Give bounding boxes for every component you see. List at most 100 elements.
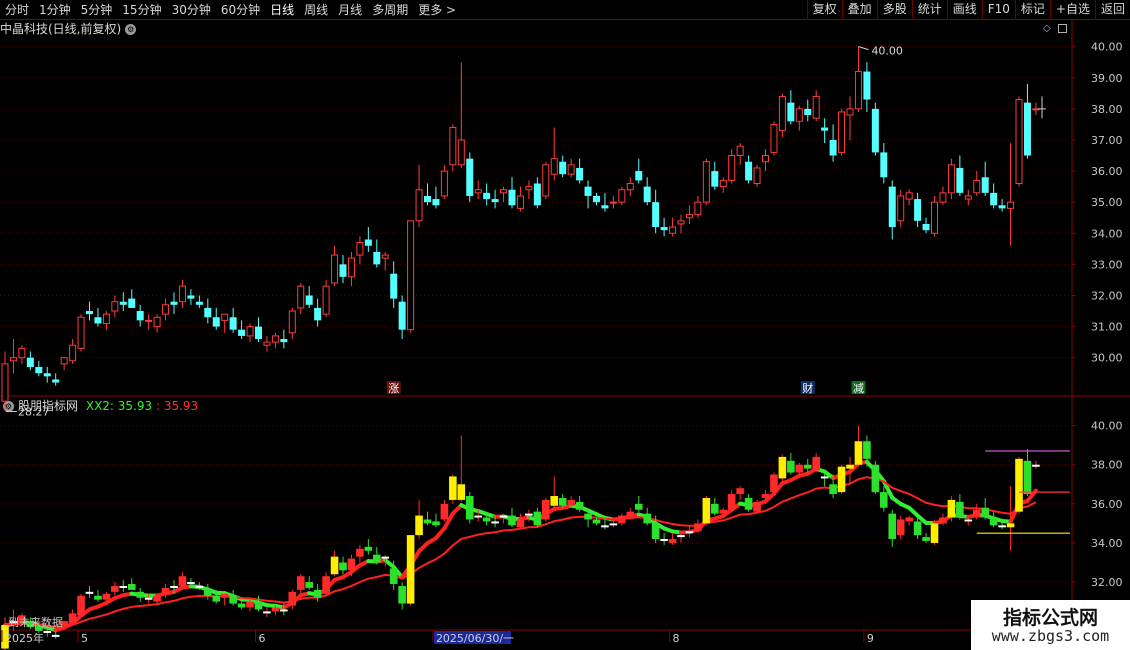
indicator-bar — [880, 492, 888, 508]
candle-body — [821, 127, 829, 131]
indicator-bar — [406, 535, 415, 604]
indicator-bar — [542, 499, 550, 520]
indicator-bar — [356, 548, 364, 557]
candle-body — [838, 111, 846, 153]
event-tag: 财 — [802, 381, 813, 395]
event-tag: 减 — [853, 382, 864, 395]
indicator-bar — [795, 464, 804, 473]
candle-body — [415, 189, 423, 222]
indicator-bar — [989, 517, 998, 526]
candle-body — [102, 313, 110, 324]
indicator-bar — [719, 509, 728, 514]
indicator-bar — [668, 539, 677, 543]
candle-body — [457, 139, 465, 166]
candle-body — [1015, 99, 1023, 185]
indicator-bar — [195, 585, 204, 588]
indicator-bar — [643, 513, 651, 524]
candle-body — [770, 123, 778, 153]
candle-body — [69, 344, 77, 362]
indicator-bar — [575, 501, 584, 510]
price-tick-label: 32.00 — [1091, 289, 1123, 302]
candle-body — [322, 285, 330, 315]
indicator-bar — [339, 562, 347, 571]
indicator-bar — [820, 476, 829, 479]
candle-body — [736, 145, 744, 157]
indicator-bar — [491, 521, 499, 524]
candle-body — [728, 155, 736, 181]
indicator-bar — [863, 441, 871, 459]
candle-body — [973, 179, 981, 194]
candle-body — [533, 183, 541, 206]
candle-body — [119, 301, 127, 305]
indicator-bar — [68, 613, 77, 624]
candle-body — [204, 307, 212, 318]
candle-body — [804, 108, 812, 116]
indicator-bar — [220, 593, 229, 598]
indicator-bar — [702, 497, 711, 524]
candle-body — [288, 310, 296, 334]
candle-body — [187, 295, 195, 299]
indicator-bar — [634, 503, 643, 510]
candle-body — [854, 71, 862, 110]
indicator-bar — [660, 539, 668, 542]
indicator-bar — [77, 595, 85, 616]
candle-body — [601, 205, 609, 209]
indicator-bar — [685, 531, 694, 534]
indicator-bar — [254, 601, 263, 610]
candle-body — [778, 95, 786, 132]
indicator-bar — [609, 523, 618, 526]
candle-body — [922, 223, 930, 231]
candle-body — [314, 307, 322, 321]
price-tick-label: 34.00 — [1091, 227, 1123, 240]
candle-body — [305, 295, 313, 305]
indicator-bar — [753, 501, 761, 512]
candle-body — [516, 195, 524, 209]
candle-body — [567, 164, 575, 175]
indicator-bar — [896, 519, 905, 536]
candle-body — [43, 373, 51, 377]
indicator-bar — [364, 546, 373, 551]
candle-body — [871, 108, 879, 153]
candle-body — [483, 192, 491, 200]
indicator-bar — [744, 497, 753, 510]
indicator-bar — [829, 484, 837, 495]
candle-body — [52, 379, 60, 383]
indicator-bar — [204, 589, 212, 596]
indicator-bar — [474, 515, 482, 518]
indicator-bar — [271, 607, 280, 612]
indicator-bar — [778, 456, 787, 479]
indicator-bar — [119, 585, 128, 588]
candle-body — [424, 195, 431, 203]
candle-body — [956, 167, 964, 193]
indicator-bar — [922, 537, 930, 541]
price-tick-label: 30.00 — [1091, 352, 1123, 365]
indicator-bar — [43, 630, 52, 633]
indicator-bar — [837, 466, 846, 493]
candle-body — [111, 301, 119, 312]
candle-body — [246, 326, 254, 337]
price-tick-label: 31.00 — [1091, 321, 1123, 334]
candle-body — [500, 189, 508, 194]
watermark-title: 指标公式网 — [1002, 607, 1098, 629]
candle-body — [880, 152, 888, 178]
candle-body — [846, 108, 854, 116]
indicator-bars — [1, 425, 1040, 650]
candle-body — [677, 220, 685, 225]
chart-canvas[interactable]: 40.00 39.00 38.00 37.00 36.00 35.00 34.00 33.00… — [0, 0, 1130, 650]
candle-body — [26, 357, 34, 368]
indicator-tick-label: 34.00 — [1091, 537, 1123, 550]
candle-body — [432, 199, 440, 206]
candle-body — [508, 189, 516, 206]
indicator-bar — [651, 523, 660, 540]
date-label: 2025年 — [5, 631, 44, 645]
indicator-bar — [440, 503, 449, 520]
candle-body — [635, 171, 643, 181]
indicator-bar — [626, 511, 635, 516]
candle-body — [271, 335, 279, 343]
indicator-bar — [998, 525, 1006, 528]
candle-body — [897, 195, 905, 222]
indicator-bar — [389, 568, 398, 585]
indicator-bar — [51, 634, 60, 637]
date-label: 2025/06/30/一 — [436, 632, 514, 645]
date-label: 6 — [259, 632, 266, 645]
